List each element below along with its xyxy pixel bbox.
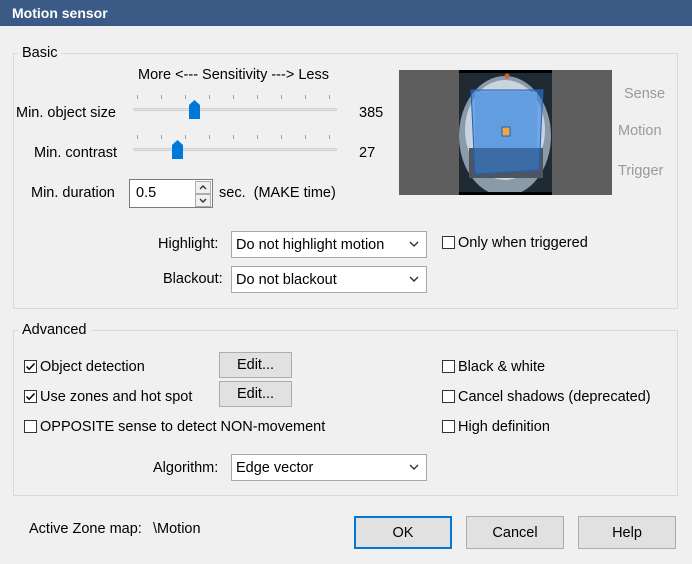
object-detection-checkbox[interactable] [24,360,37,373]
cancel-shadows-checkbox[interactable] [442,390,455,403]
high-definition-label: High definition [458,419,550,435]
min-object-size-label: Min. object size [16,105,116,121]
advanced-legend: Advanced [18,322,91,338]
opposite-sense-checkbox[interactable] [24,420,37,433]
slider-tick [233,135,234,139]
slider-tick [209,95,210,99]
slider-tick [233,95,234,99]
slider-tick [185,135,186,139]
slider-tick [161,135,162,139]
only-when-triggered-checkbox[interactable] [442,236,455,249]
slider-track [133,148,337,151]
min-duration-value: 0.5 [136,185,157,201]
min-duration-spin-up[interactable] [195,181,211,194]
camera-preview[interactable] [399,70,612,195]
slider-tick [257,135,258,139]
min-duration-spin-down[interactable] [195,194,211,207]
min-duration-label: Min. duration [31,185,115,201]
slider-tick [209,135,210,139]
slider-tick [161,95,162,99]
min-object-size-value: 385 [359,105,384,121]
cancel-shadows-label: Cancel shadows (deprecated) [458,389,651,405]
slider-track [133,108,337,111]
chevron-down-icon [409,241,419,247]
slider-thumb[interactable] [171,140,183,159]
chevron-up-icon [199,185,207,190]
slider-tick [329,135,330,139]
min-duration-input[interactable]: 0.5 [129,179,213,208]
blackout-select[interactable]: Do not blackout [231,266,427,293]
sensitivity-caption: More <--- Sensitivity ---> Less [138,67,329,83]
min-contrast-value: 27 [359,145,376,161]
cancel-button[interactable]: Cancel [466,516,564,549]
use-zones-checkbox[interactable] [24,390,37,403]
min-contrast-label: Min. contrast [34,145,117,161]
slider-tick [281,95,282,99]
min-contrast-slider[interactable] [133,133,337,163]
slider-tick [281,135,282,139]
use-zones-label: Use zones and hot spot [40,389,193,405]
highlight-select[interactable]: Do not highlight motion [231,231,427,258]
use-zones-edit-button[interactable]: Edit... [219,381,292,407]
motion-indicator: Motion [618,123,662,139]
min-duration-unit: sec. (MAKE time) [219,185,336,201]
title-bar: Motion sensor [0,0,692,26]
only-when-triggered-label: Only when triggered [458,235,588,251]
blackout-label: Blackout: [163,271,223,287]
slider-tick [305,95,306,99]
slider-tick [329,95,330,99]
chevron-down-icon [409,276,419,282]
sense-indicator: Sense [624,86,666,102]
slider-tick [137,95,138,99]
active-zone-label: Active Zone map: [29,521,142,537]
slider-tick [257,95,258,99]
blackout-selected-value: Do not blackout [236,272,337,288]
algorithm-label: Algorithm: [153,460,219,476]
black-white-label: Black & white [458,359,546,375]
highlight-selected-value: Do not highlight motion [236,237,385,253]
highlight-label: Highlight: [158,236,219,252]
active-zone-value: \Motion [153,521,201,537]
window-title: Motion sensor [12,5,108,21]
help-button[interactable]: Help [578,516,676,549]
object-detection-label: Object detection [40,359,145,375]
min-object-size-slider[interactable] [133,93,337,123]
chevron-down-icon [199,198,207,203]
slider-tick [185,95,186,99]
chevron-down-icon [409,464,419,470]
algorithm-selected-value: Edge vector [236,460,314,476]
black-white-checkbox[interactable] [442,360,455,373]
opposite-sense-label: OPPOSITE sense to detect NON-movement [40,419,326,435]
slider-tick [137,135,138,139]
trigger-indicator: Trigger [618,163,664,179]
basic-legend: Basic [18,45,62,61]
slider-tick [305,135,306,139]
ok-button[interactable]: OK [354,516,452,549]
high-definition-checkbox[interactable] [442,420,455,433]
camera-preview-image [459,70,552,195]
algorithm-select[interactable]: Edge vector [231,454,427,481]
slider-thumb[interactable] [188,100,200,119]
object-detection-edit-button[interactable]: Edit... [219,352,292,378]
